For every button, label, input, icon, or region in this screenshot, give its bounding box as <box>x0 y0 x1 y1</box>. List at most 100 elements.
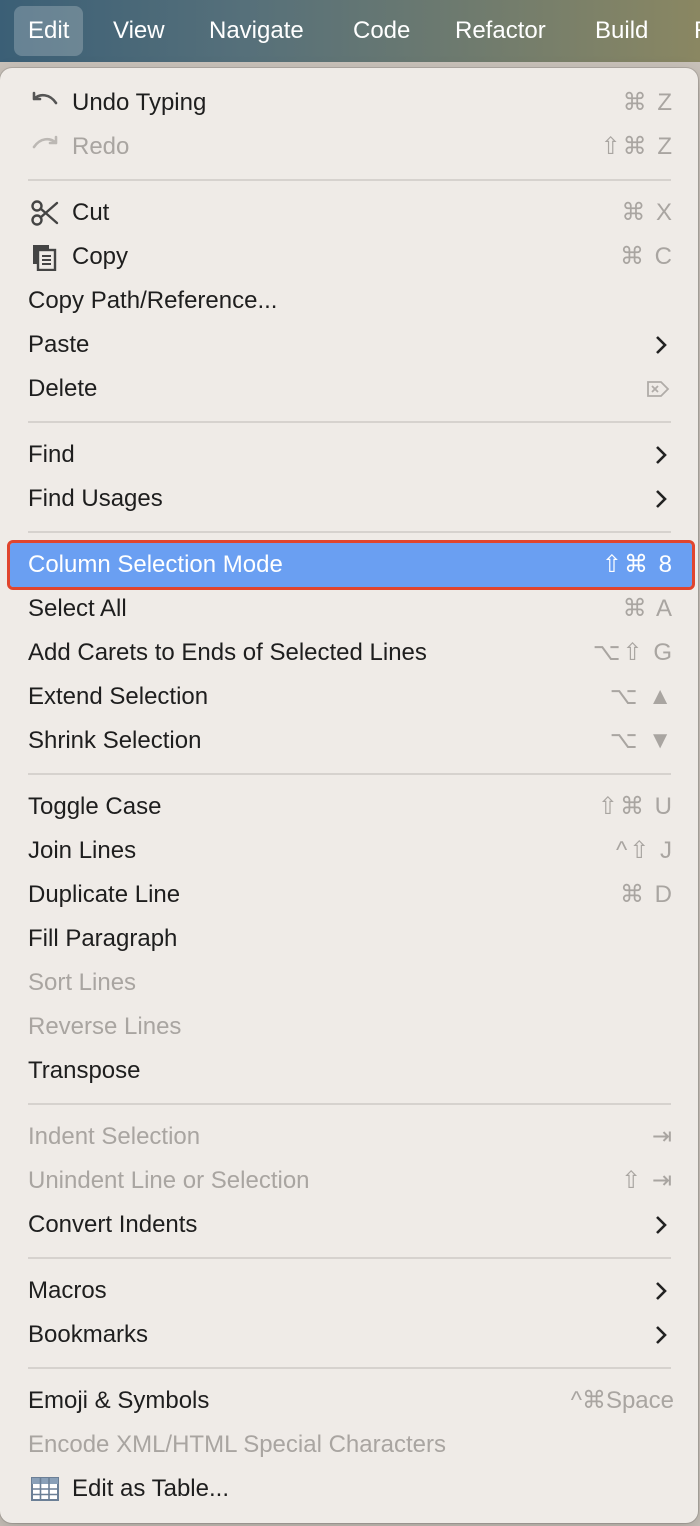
menu-item-extend-selection[interactable]: Extend Selection ⌥ ▲ <box>10 675 692 719</box>
menu-item-label: Toggle Case <box>28 793 162 820</box>
menu-item-column-selection-mode[interactable]: Column Selection Mode ⇧⌘ 8 <box>7 540 695 590</box>
menu-item-bookmarks[interactable]: Bookmarks <box>10 1313 692 1357</box>
menu-item-shortcut: ⌘ C <box>620 243 674 270</box>
menu-separator <box>28 773 671 775</box>
edit-menu-dropdown: Undo Typing ⌘ Z Redo ⇧⌘ Z Cut ⌘ X Copy ⌘… <box>0 68 698 1523</box>
chevron-right-icon <box>656 336 667 354</box>
menu-item-find-usages[interactable]: Find Usages <box>10 477 692 521</box>
menu-item-label: Cut <box>72 199 110 226</box>
copy-icon <box>33 245 57 271</box>
menu-item-label: Redo <box>72 133 130 160</box>
menu-item-join-lines[interactable]: Join Lines ^⇧ J <box>10 829 692 873</box>
menu-item-label: Shrink Selection <box>28 727 202 754</box>
menu-separator <box>28 1103 671 1105</box>
menu-item-label: Copy <box>72 243 129 270</box>
menu-item-label: Find <box>28 441 75 468</box>
menu-item-label: Macros <box>28 1277 107 1304</box>
menu-item-shortcut: ⌘ D <box>620 881 674 908</box>
chevron-right-icon <box>656 1326 667 1344</box>
chevron-right-icon <box>656 490 667 508</box>
menu-item-add-carets[interactable]: Add Carets to Ends of Selected Lines ⌥⇧ … <box>10 631 692 675</box>
menu-item-redo[interactable]: Redo ⇧⌘ Z <box>10 125 692 169</box>
menu-item-reverse-lines[interactable]: Reverse Lines <box>10 1005 692 1049</box>
table-icon <box>31 1477 59 1501</box>
undo-icon <box>32 91 58 105</box>
menu-item-shrink-selection[interactable]: Shrink Selection ⌥ ▼ <box>10 719 692 763</box>
menu-item-unindent[interactable]: Unindent Line or Selection ⇧ ⇥ <box>10 1159 692 1203</box>
menu-item-paste[interactable]: Paste <box>10 323 692 367</box>
menu-item-label: Edit as Table... <box>72 1475 229 1502</box>
menu-separator <box>28 1257 671 1259</box>
menu-item-label: Duplicate Line <box>28 881 181 908</box>
menu-item-label: Indent Selection <box>28 1123 201 1150</box>
menu-item-undo-typing[interactable]: Undo Typing ⌘ Z <box>10 81 692 125</box>
menu-item-fill-paragraph[interactable]: Fill Paragraph <box>10 917 692 961</box>
menu-item-edit-as-table[interactable]: Edit as Table... <box>10 1467 692 1511</box>
menu-item-delete[interactable]: Delete <box>10 367 692 411</box>
menu-item-label: Extend Selection <box>28 683 209 710</box>
menubar-code[interactable]: Code <box>339 6 424 56</box>
menu-item-label: Join Lines <box>28 837 137 864</box>
menubar-run[interactable]: R <box>680 6 700 56</box>
menu-item-shortcut: ⌘ X <box>621 199 674 226</box>
menu-item-indent-selection[interactable]: Indent Selection ⇥ <box>10 1115 692 1159</box>
menu-item-label: Bookmarks <box>28 1321 149 1348</box>
menubar-view[interactable]: View <box>99 6 179 56</box>
menu-item-label: Delete <box>28 375 98 402</box>
menu-item-shortcut: ⇧ ⇥ <box>621 1167 674 1194</box>
menubar-edit[interactable]: Edit <box>14 6 84 56</box>
menu-item-shortcut: ⌘ Z <box>622 89 674 116</box>
menu-item-label: Encode XML/HTML Special Characters <box>28 1431 446 1458</box>
menu-item-select-all[interactable]: Select All ⌘ A <box>10 587 692 631</box>
menu-item-shortcut: ⌥ ▲ <box>609 683 674 710</box>
menubar-build[interactable]: Build <box>581 6 662 56</box>
menu-item-label: Undo Typing <box>72 89 207 116</box>
chevron-right-icon <box>656 446 667 464</box>
menu-item-convert-indents[interactable]: Convert Indents <box>10 1203 692 1247</box>
scissors-icon <box>31 200 59 226</box>
menu-item-shortcut: ⌥ ▼ <box>609 727 674 754</box>
menu-item-label: Fill Paragraph <box>28 925 178 952</box>
menubar-navigate[interactable]: Navigate <box>195 6 318 56</box>
menu-item-label: Column Selection Mode <box>28 551 283 578</box>
menu-item-label: Paste <box>28 331 90 358</box>
forward-delete-icon <box>647 381 670 397</box>
menu-item-shortcut: ^⌘Space <box>570 1387 674 1414</box>
menu-item-shortcut: ⇥ <box>651 1123 674 1150</box>
menu-separator <box>28 179 671 181</box>
redo-icon <box>32 135 58 149</box>
menu-separator <box>28 1367 671 1369</box>
menu-bar: Edit View Navigate Code Refactor Build R <box>0 0 700 62</box>
chevron-right-icon <box>656 1282 667 1300</box>
menu-item-label: Copy Path/Reference... <box>28 287 278 314</box>
chevron-right-icon <box>656 1216 667 1234</box>
menu-item-emoji-symbols[interactable]: Emoji & Symbols ^⌘Space <box>10 1379 692 1423</box>
menu-separator <box>28 531 671 533</box>
menu-item-copy-path[interactable]: Copy Path/Reference... <box>10 279 692 323</box>
menu-item-label: Select All <box>28 595 127 622</box>
menu-item-label: Transpose <box>28 1057 141 1084</box>
menu-item-shortcut: ⌥⇧ G <box>592 639 674 666</box>
menu-item-label: Sort Lines <box>28 969 137 996</box>
menu-item-copy[interactable]: Copy ⌘ C <box>10 235 692 279</box>
menu-item-label: Add Carets to Ends of Selected Lines <box>28 639 427 666</box>
menu-item-label: Emoji & Symbols <box>28 1387 210 1414</box>
menu-item-label: Convert Indents <box>28 1211 198 1238</box>
menu-item-encode-xml[interactable]: Encode XML/HTML Special Characters <box>10 1423 692 1467</box>
menu-item-shortcut: ⇧⌘ U <box>597 793 674 820</box>
menu-item-shortcut: ^⇧ J <box>615 837 674 864</box>
menu-item-find[interactable]: Find <box>10 433 692 477</box>
menu-item-sort-lines[interactable]: Sort Lines <box>10 961 692 1005</box>
menu-item-cut[interactable]: Cut ⌘ X <box>10 191 692 235</box>
menu-item-macros[interactable]: Macros <box>10 1269 692 1313</box>
menu-item-shortcut: ⇧⌘ 8 <box>601 551 674 578</box>
menu-item-transpose[interactable]: Transpose <box>10 1049 692 1093</box>
menu-item-duplicate-line[interactable]: Duplicate Line ⌘ D <box>10 873 692 917</box>
menu-item-shortcut: ⇧⌘ Z <box>600 133 674 160</box>
menu-item-toggle-case[interactable]: Toggle Case ⇧⌘ U <box>10 785 692 829</box>
menu-item-label: Find Usages <box>28 485 163 512</box>
menu-item-label: Unindent Line or Selection <box>28 1167 310 1194</box>
menu-separator <box>28 421 671 423</box>
menu-item-shortcut: ⌘ A <box>622 595 674 622</box>
menubar-refactor[interactable]: Refactor <box>441 6 560 56</box>
